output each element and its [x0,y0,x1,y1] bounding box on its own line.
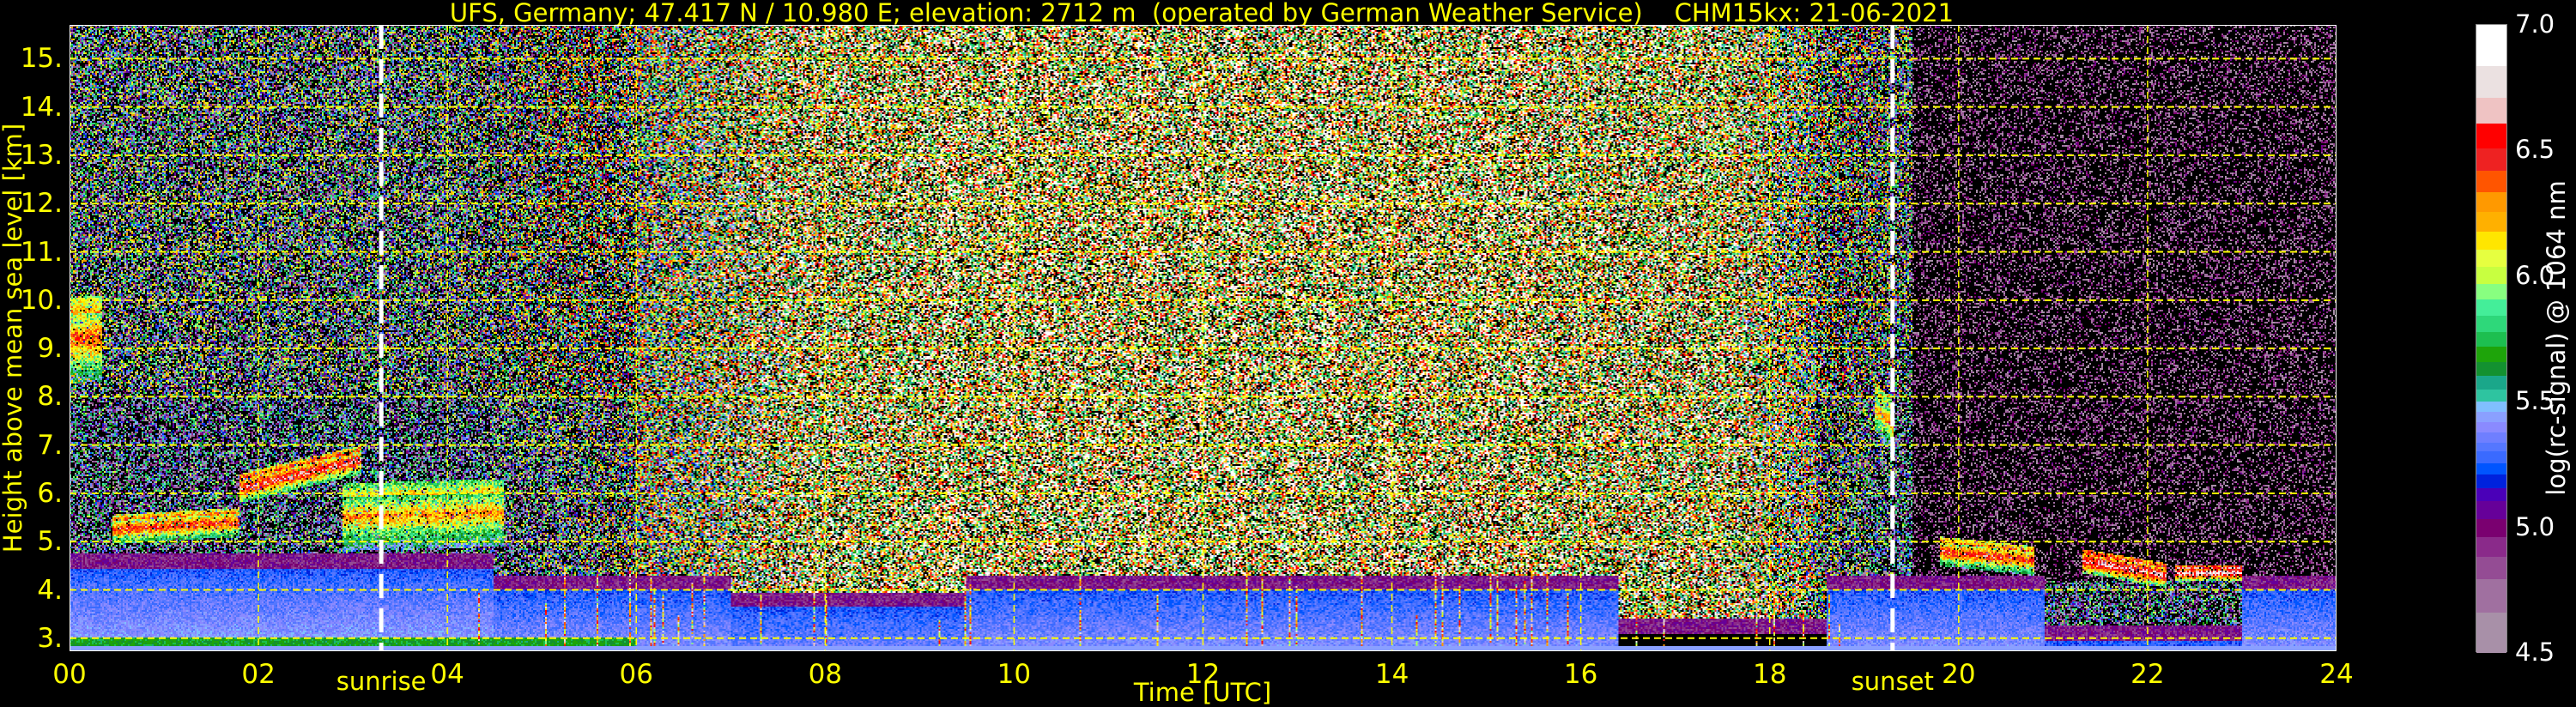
x-tick-label: 00 [52,659,87,690]
x-tick-label: 08 [808,659,843,690]
colorbar-bin [2476,578,2506,613]
colorbar-bin [2476,556,2506,579]
colorbar-bin [2476,450,2506,463]
colorbar-tick-label: 5.0 [2515,511,2555,541]
colorbar-bin [2476,361,2506,377]
colorbar-bin [2476,170,2506,193]
colorbar-bin [2476,266,2506,285]
x-tick-label: 16 [1563,659,1598,690]
colorbar [2476,24,2507,654]
y-tick-label: 7. [37,429,63,461]
colorbar-tick-label: 7.0 [2515,9,2555,39]
y-tick-label: 8. [37,381,63,413]
y-tick-label: 10. [20,284,63,316]
colorbar-bin [2476,411,2506,423]
y-tick-label: 4. [37,574,63,606]
colorbar-bin [2476,283,2506,299]
x-tick-label: 04 [430,659,464,690]
colorbar-bin [2476,65,2506,98]
colorbar-bin [2476,536,2506,558]
y-tick-label: 15. [20,43,63,75]
y-tick-label: 11. [20,236,63,268]
colorbar-bin [2476,389,2506,402]
colorbar-bin [2476,487,2506,501]
colorbar-bin [2476,123,2506,148]
colorbar-bin [2476,375,2506,390]
x-tick-label: 02 [241,659,276,690]
colorbar-tick-label: 4.5 [2515,638,2555,667]
sunrise-label: sunrise [336,667,427,696]
colorbar-bin [2476,211,2506,233]
colorbar-bin [2476,612,2506,654]
colorbar-bin [2476,442,2506,452]
colorbar-bin [2476,97,2506,124]
colorbar-bin [2476,346,2506,363]
colorbar-bin [2476,500,2506,519]
x-axis-label: Time [UTC] [1133,678,1272,707]
y-tick-label: 12. [20,188,63,220]
ceilometer-figure: UFS, Germany; 47.417 N / 10.980 E; eleva… [0,0,2576,707]
plot-area [70,25,2337,651]
colorbar-bin [2476,474,2506,488]
grid-overlay [70,25,2337,651]
colorbar-bin [2476,25,2506,66]
colorbar-bin [2476,249,2506,267]
y-tick-label: 14. [20,91,63,123]
x-tick-label: 10 [997,659,1032,690]
colorbar-bin [2476,148,2506,172]
x-tick-label: 24 [2319,659,2354,690]
x-tick-label: 22 [2131,659,2165,690]
colorbar-bin [2476,231,2506,250]
x-tick-label: 14 [1374,659,1409,690]
chart-title: UFS, Germany; 47.417 N / 10.980 E; eleva… [449,0,1955,27]
colorbar-bin [2476,401,2506,413]
colorbar-label: log(rc-signal) @ 1064 nm [2542,180,2571,496]
y-tick-label: 6. [37,477,63,509]
colorbar-bin [2476,315,2506,332]
colorbar-bin [2476,421,2506,433]
colorbar-bin [2476,462,2506,474]
y-tick-label: 9. [37,333,63,365]
y-tick-label: 13. [20,139,63,171]
y-tick-label: 5. [37,526,63,558]
x-tick-label: 20 [1942,659,1976,690]
colorbar-bin [2476,432,2506,443]
x-tick-label: 06 [619,659,653,690]
colorbar-bin [2476,331,2506,347]
colorbar-bin [2476,299,2506,316]
x-tick-label: 18 [1753,659,1787,690]
colorbar-bin [2476,518,2506,537]
sunset-label: sunset [1851,667,1934,696]
colorbar-bin [2476,192,2506,213]
colorbar-tick-label: 6.5 [2515,135,2555,165]
y-tick-label: 3. [37,622,63,654]
